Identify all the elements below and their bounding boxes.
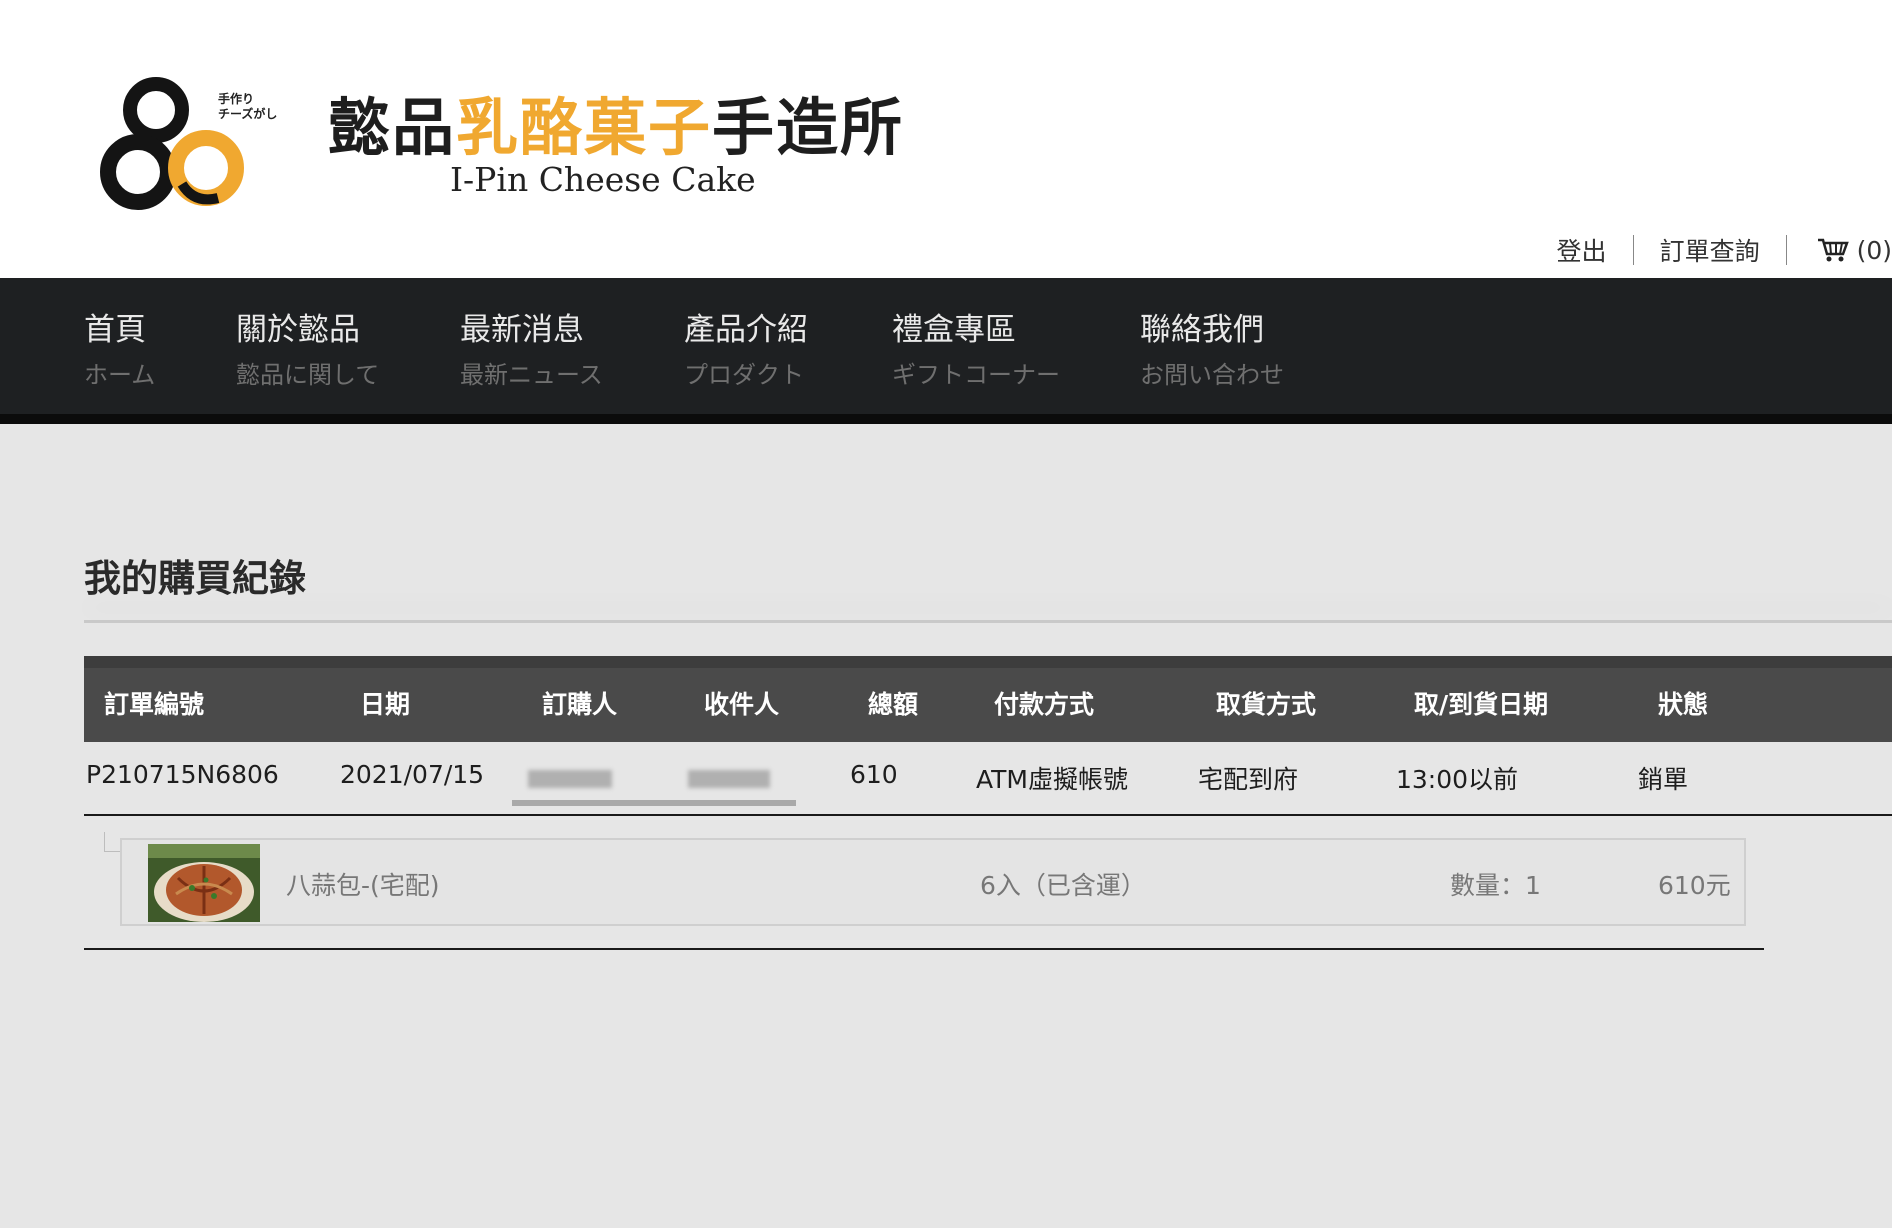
item-quantity: 數量：1 (1450, 871, 1541, 900)
nav-label-zh: 產品介紹 (684, 312, 808, 348)
item-name[interactable]: 八蒜包-(宅配) (286, 866, 440, 902)
column-header-date: 日期 (360, 690, 411, 719)
nav-label-zh: 禮盒專區 (892, 312, 1016, 348)
nav-label-jp: お問い合わせ (1140, 361, 1284, 389)
brand-title-part-3: 手造所 (712, 91, 905, 164)
nav-label-jp: ギフトコーナー (892, 361, 1060, 389)
brand-subtitle: I-Pin Cheese Cake (450, 160, 756, 199)
cart-count: (0) (1856, 235, 1892, 265)
order-number[interactable]: P210715N6806 (86, 760, 279, 789)
orders-table-header: 訂單編號 日期 訂購人 收件人 總額 付款方式 取貨方式 取/到貨日期 狀態 (84, 656, 1892, 742)
nav-item-gift-box[interactable]: 禮盒專區 ギフトコーナー (892, 310, 1060, 392)
nav-label-zh: 聯絡我們 (1140, 312, 1264, 348)
column-header-order-no: 訂單編號 (104, 690, 205, 719)
order-total: 610 (850, 760, 898, 789)
nav-label-zh: 首頁 (84, 312, 146, 348)
brand-title-part-2: 乳酪菓子 (456, 91, 713, 164)
site-header: 手作り チーズがし 懿品乳酪菓子手造所 I-Pin Cheese Cake 登出… (0, 0, 1892, 278)
column-header-delivery: 取貨方式 (1216, 690, 1317, 719)
item-spec: 6入（已含運） (980, 871, 1146, 900)
nav-item-about[interactable]: 關於懿品 懿品に関して (236, 310, 379, 392)
logout-link[interactable]: 登出 (1531, 232, 1633, 268)
order-status: 銷單 (1638, 765, 1689, 794)
column-header-recipient: 收件人 (704, 690, 780, 719)
brand-tagline: 手作り チーズがし (218, 92, 298, 122)
item-price: 610元 (1658, 871, 1731, 900)
nav-item-news[interactable]: 最新消息 最新ニュース (460, 310, 603, 392)
redaction-underline (512, 800, 796, 806)
page-title: 我的購買紀錄 (84, 557, 306, 600)
table-row[interactable]: P210715N6806 2021/07/15 610 ATM虛擬帳號 宅配到府… (84, 742, 1892, 816)
nav-label-zh: 最新消息 (460, 312, 584, 348)
nav-item-products[interactable]: 產品介紹 プロダクト (684, 310, 808, 392)
delivery-method: 宅配到府 (1198, 765, 1299, 794)
shopping-cart-icon (1817, 238, 1849, 262)
brand-tagline-line-2: チーズがし (218, 107, 278, 121)
table-bottom-divider (84, 948, 1764, 950)
delivery-date: 13:00以前 (1396, 765, 1519, 794)
nav-label-jp: 最新ニュース (460, 361, 603, 389)
nav-label-zh: 關於懿品 (236, 312, 360, 348)
nav-label-jp: 懿品に関して (236, 361, 380, 389)
order-date: 2021/07/15 (340, 760, 485, 789)
utility-nav: 登出 訂單查詢 (0) (1531, 230, 1892, 270)
column-header-buyer: 訂購人 (542, 690, 618, 719)
column-header-payment: 付款方式 (994, 690, 1095, 719)
brand-title[interactable]: 懿品乳酪菓子手造所 (328, 88, 904, 168)
column-header-status: 狀態 (1658, 690, 1709, 719)
order-query-link[interactable]: 訂單查詢 (1634, 232, 1786, 268)
brand-title-part-1: 懿品 (328, 91, 457, 164)
order-item: 八蒜包-(宅配) 6入（已含運） 數量：1 610元 (120, 838, 1746, 926)
title-divider (84, 620, 1892, 623)
nav-item-home[interactable]: 首頁 ホーム (84, 310, 155, 392)
main-nav: 首頁 ホーム 關於懿品 懿品に関して 最新消息 最新ニュース 產品介紹 プロダク… (0, 278, 1892, 424)
column-header-total: 總額 (868, 690, 919, 719)
nav-label-jp: ホーム (84, 361, 156, 389)
brand-tagline-line-1: 手作り (218, 92, 255, 106)
nav-label-jp: プロダクト (684, 361, 804, 389)
garlic-bread-image-icon (148, 844, 260, 922)
column-header-delivery-date: 取/到貨日期 (1414, 690, 1549, 719)
payment-method: ATM虛擬帳號 (976, 765, 1129, 794)
cart-link[interactable]: (0) (1787, 236, 1892, 265)
product-thumbnail[interactable] (148, 844, 260, 922)
nav-item-contact[interactable]: 聯絡我們 お問い合わせ (1140, 310, 1284, 392)
